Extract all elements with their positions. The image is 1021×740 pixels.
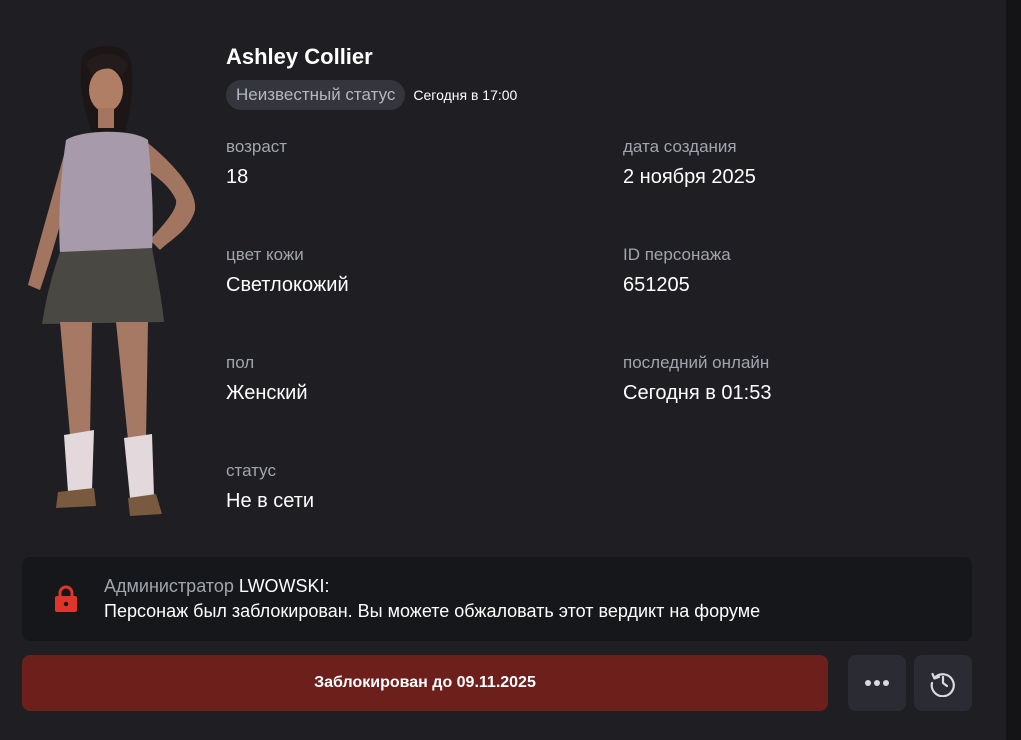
- field-value: Женский: [226, 382, 308, 404]
- field-label: ID персонажа: [623, 245, 731, 264]
- field-value: Не в сети: [226, 490, 315, 512]
- field-value: Сегодня в 01:53: [623, 382, 772, 404]
- field-label: пол: [226, 353, 255, 372]
- field-character-id: ID персонажа 651205: [623, 245, 983, 297]
- field-value: Светлокожий: [226, 274, 349, 296]
- lock-icon: [55, 585, 77, 612]
- field-value: 2 ноября 2025: [623, 166, 756, 188]
- more-icon: [865, 680, 889, 686]
- field-label: возраст: [226, 137, 288, 156]
- field-label: статус: [226, 461, 276, 480]
- history-icon: [930, 672, 955, 697]
- ban-admin-name: LWOWSKI:: [238, 576, 330, 596]
- character-portrait: [28, 46, 196, 516]
- more-button[interactable]: [848, 655, 906, 711]
- field-gender: пол Женский: [226, 353, 586, 405]
- field-value: 651205: [623, 274, 690, 296]
- history-button[interactable]: [914, 655, 972, 711]
- field-created-date: дата создания 2 ноября 2025: [623, 137, 983, 189]
- field-value: 18: [226, 166, 249, 188]
- ban-notice: Администратор LWOWSKI: Персонаж был забл…: [22, 557, 972, 641]
- character-profile-page: Ashley Collier Неизвестный статус Сегодн…: [0, 0, 1021, 740]
- ban-text: Администратор LWOWSKI: Персонаж был забл…: [104, 574, 760, 624]
- status-row: Неизвестный статус Сегодня в 17:00: [226, 80, 517, 110]
- field-label: цвет кожи: [226, 245, 304, 264]
- ban-admin-prefix: Администратор: [104, 576, 234, 596]
- field-skin-color: цвет кожи Светлокожий: [226, 245, 586, 297]
- status-time: Сегодня в 17:00: [413, 87, 518, 103]
- field-label: дата создания: [623, 137, 737, 156]
- field-label: последний онлайн: [623, 353, 770, 372]
- scrollbar-track[interactable]: [1006, 0, 1021, 740]
- ban-message: Персонаж был заблокирован. Вы можете обж…: [104, 601, 761, 621]
- field-last-online: последний онлайн Сегодня в 01:53: [623, 353, 983, 405]
- ban-admin-line: Администратор LWOWSKI:: [104, 574, 760, 599]
- field-status: статус Не в сети: [226, 461, 586, 513]
- field-age: возраст 18: [226, 137, 586, 189]
- status-badge[interactable]: Неизвестный статус: [226, 80, 406, 110]
- character-name: Ashley Collier: [226, 44, 373, 69]
- blocked-until-button[interactable]: Заблокирован до 09.11.2025: [22, 655, 828, 711]
